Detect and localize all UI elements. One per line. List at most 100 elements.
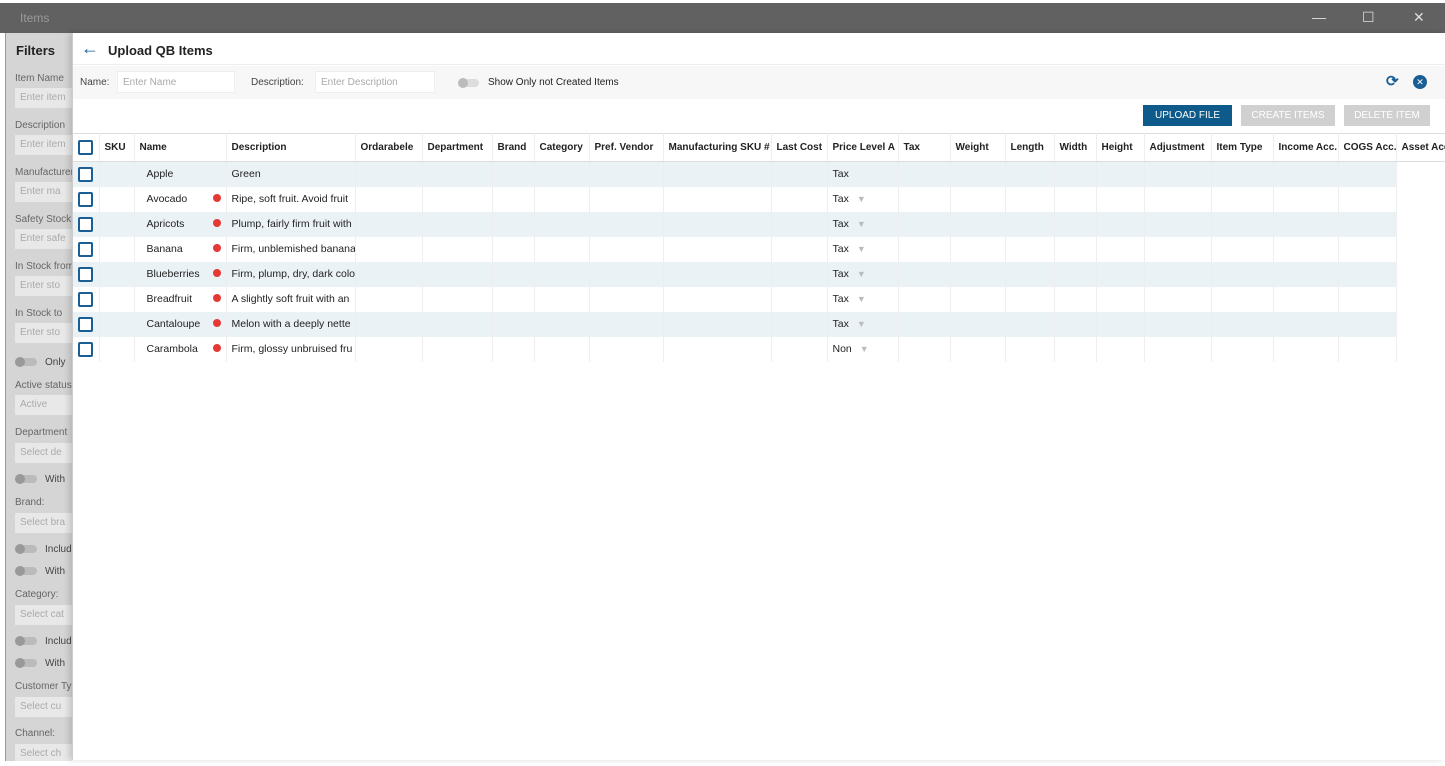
- empty-cell: [534, 311, 590, 337]
- row-checkbox[interactable]: [78, 291, 93, 307]
- filter-input[interactable]: Enter sto: [15, 276, 72, 296]
- column-header[interactable]: Weight: [950, 133, 1006, 162]
- toggle-switch[interactable]: [15, 544, 37, 555]
- close-window-button[interactable]: ✕: [1413, 9, 1425, 26]
- chevron-down-icon[interactable]: ▼: [857, 269, 866, 279]
- tax-cell[interactable]: Tax ▼: [827, 186, 899, 212]
- refresh-icon[interactable]: ⟳: [1386, 72, 1399, 90]
- tax-cell[interactable]: Non ▼: [827, 336, 899, 362]
- column-header[interactable]: SKU: [99, 133, 135, 162]
- category-select[interactable]: Select cat: [15, 605, 72, 625]
- column-header[interactable]: Last Cost: [771, 133, 828, 162]
- toggle-switch[interactable]: [15, 474, 37, 485]
- chevron-down-icon[interactable]: ▼: [857, 294, 866, 304]
- toggle-switch[interactable]: [15, 636, 37, 647]
- empty-cell: [1211, 261, 1274, 287]
- table-row[interactable]: Banana Firm, unblemished banana Tax ▼: [73, 236, 1445, 262]
- empty-cell: [1096, 236, 1145, 262]
- department-select[interactable]: Select de: [15, 443, 72, 463]
- column-header[interactable]: Description: [226, 133, 356, 162]
- empty-cell: [1096, 186, 1145, 212]
- tax-cell[interactable]: Tax ▼: [827, 211, 899, 237]
- column-header[interactable]: Pref. Vendor: [589, 133, 664, 162]
- row-checkbox[interactable]: [78, 191, 93, 207]
- only-toggle[interactable]: Only: [15, 357, 66, 368]
- table-row[interactable]: Apricots Plump, fairly firm fruit with Tax…: [73, 211, 1445, 237]
- maximize-button[interactable]: ☐: [1362, 9, 1375, 26]
- chevron-down-icon[interactable]: ▼: [857, 219, 866, 229]
- chevron-down-icon[interactable]: ▼: [857, 244, 866, 254]
- table-row[interactable]: Breadfruit A slightly soft fruit with an T…: [73, 286, 1445, 312]
- name-input[interactable]: Enter Name: [117, 71, 235, 93]
- column-header[interactable]: Brand: [492, 133, 535, 162]
- tax-cell[interactable]: Tax ▼: [827, 311, 899, 337]
- toggle-switch[interactable]: [15, 566, 37, 577]
- table-row[interactable]: Cantaloupe Melon with a deeply nette Tax ▼: [73, 311, 1445, 337]
- empty-cell: [492, 286, 535, 312]
- filter-label: Manufacturer: [15, 167, 72, 178]
- with-toggle[interactable]: With: [15, 566, 65, 577]
- delete-item-button[interactable]: DELETE ITEM: [1344, 105, 1430, 126]
- column-header[interactable]: Adjustment: [1144, 133, 1212, 162]
- upload-file-button[interactable]: UPLOAD FILE: [1143, 105, 1232, 126]
- select-all-checkbox[interactable]: [78, 140, 93, 155]
- include-toggle[interactable]: Include: [15, 636, 72, 647]
- back-arrow-icon[interactable]: ←: [81, 38, 99, 59]
- empty-cell: [534, 186, 590, 212]
- table-row[interactable]: Avocado Ripe, soft fruit. Avoid fruit Tax ▼: [73, 186, 1445, 212]
- description-input[interactable]: Enter Description: [315, 71, 435, 93]
- column-header[interactable]: Department: [422, 133, 493, 162]
- row-checkbox[interactable]: [78, 166, 93, 182]
- filter-input[interactable]: Enter item: [15, 88, 72, 108]
- row-checkbox[interactable]: [78, 216, 93, 232]
- active-status-select[interactable]: Active: [15, 395, 72, 415]
- column-header[interactable]: Item Type: [1211, 133, 1274, 162]
- column-header[interactable]: Asset Acc.: [1396, 133, 1445, 162]
- chevron-down-icon[interactable]: ▼: [857, 319, 866, 329]
- table-row[interactable]: Blueberries Firm, plump, dry, dark colo Ta…: [73, 261, 1445, 287]
- row-checkbox[interactable]: [78, 266, 93, 282]
- row-checkbox[interactable]: [78, 241, 93, 257]
- toggle-switch[interactable]: [15, 357, 37, 368]
- chevron-down-icon[interactable]: ▼: [857, 194, 866, 204]
- with-toggle[interactable]: With: [15, 474, 65, 485]
- with-toggle[interactable]: With: [15, 658, 65, 669]
- row-checkbox[interactable]: [78, 341, 93, 357]
- column-header[interactable]: Ordarabele: [355, 133, 423, 162]
- description-cell: Plump, fairly firm fruit with: [226, 211, 356, 237]
- chevron-down-icon[interactable]: ▼: [860, 344, 869, 354]
- table-row[interactable]: Carambola Firm, glossy unbruised fru Non ▼: [73, 336, 1445, 362]
- column-header[interactable]: Height: [1096, 133, 1145, 162]
- filter-input[interactable]: Enter safe: [15, 229, 72, 249]
- row-checkbox[interactable]: [78, 316, 93, 332]
- filter-input[interactable]: Enter ma: [15, 182, 72, 202]
- tax-cell[interactable]: Tax ▼: [827, 261, 899, 287]
- tax-cell[interactable]: Tax ▼: [827, 236, 899, 262]
- column-header[interactable]: Manufacturing SKU #: [663, 133, 772, 162]
- column-header[interactable]: Price Level A: [827, 133, 899, 162]
- customer-type-select[interactable]: Select cu: [15, 697, 72, 717]
- column-header[interactable]: Income Acc.: [1273, 133, 1339, 162]
- filter-input[interactable]: Enter item: [15, 135, 72, 155]
- create-items-button[interactable]: CREATE ITEMS: [1241, 105, 1335, 126]
- column-header[interactable]: Tax: [898, 133, 951, 162]
- column-header[interactable]: Name: [134, 133, 227, 162]
- column-header[interactable]: Width: [1054, 133, 1097, 162]
- column-header[interactable]: Length: [1005, 133, 1055, 162]
- table-row[interactable]: Apple Green Tax: [73, 161, 1445, 187]
- channel-select[interactable]: Select ch: [15, 744, 72, 761]
- include-toggle[interactable]: Include: [15, 544, 72, 555]
- empty-cell: [422, 186, 493, 212]
- tax-cell[interactable]: Tax: [827, 161, 899, 187]
- name-cell: Apricots: [134, 211, 227, 237]
- brand-select[interactable]: Select bra: [15, 513, 72, 533]
- tax-cell[interactable]: Tax ▼: [827, 286, 899, 312]
- show-only-not-created-toggle[interactable]: [458, 78, 479, 88]
- minimize-button[interactable]: —: [1312, 9, 1326, 25]
- filter-input[interactable]: Enter sto: [15, 323, 72, 343]
- toggle-switch[interactable]: [15, 658, 37, 669]
- filters-sidebar: Filters Item Name Enter item Description En…: [5, 33, 72, 761]
- column-header[interactable]: Category: [534, 133, 590, 162]
- clear-icon[interactable]: ✕: [1413, 75, 1427, 89]
- column-header[interactable]: COGS Acc.: [1338, 133, 1397, 162]
